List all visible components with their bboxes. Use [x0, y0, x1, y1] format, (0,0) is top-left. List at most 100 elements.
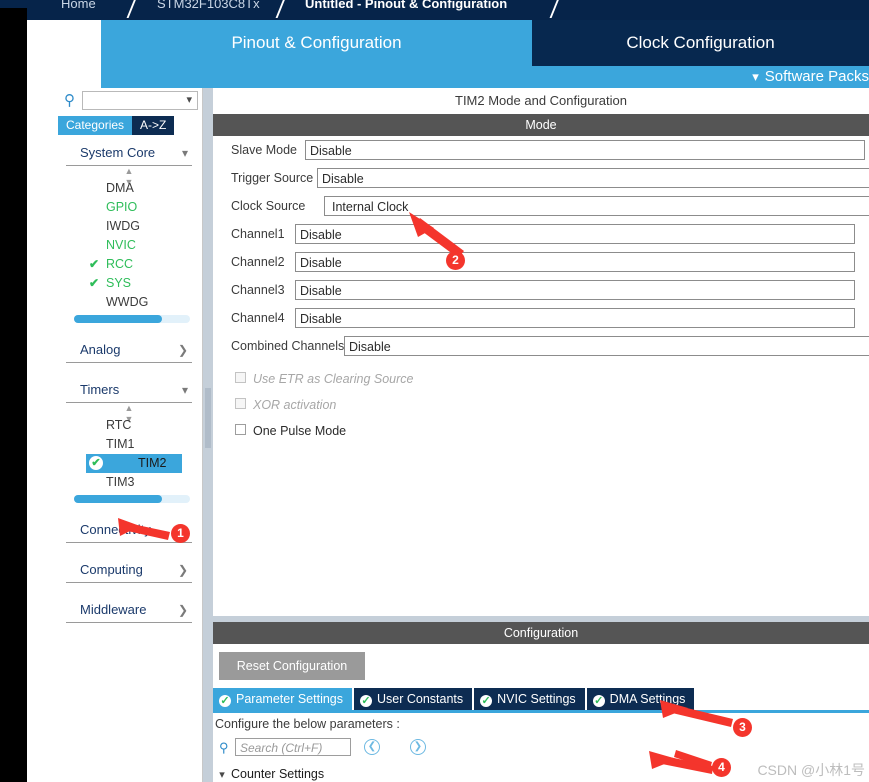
sidebar-group-timers[interactable]: Timers ▾ — [66, 377, 192, 403]
sidebar-item-tim1[interactable]: TIM1 — [56, 435, 202, 454]
check-circle-icon: ✓ — [592, 695, 605, 707]
row-label: Slave Mode — [231, 143, 298, 157]
breadcrumb-item-current[interactable]: Untitled - Pinout & Configuration — [305, 0, 507, 14]
sidebar-item-label: DMA — [106, 181, 134, 195]
tab-dma-settings[interactable]: ✓ DMA Settings — [586, 688, 695, 710]
row-use-etr-clearing-source[interactable]: Use ETR as Clearing Source — [213, 366, 869, 392]
annotation-marker-4: 4 — [712, 758, 731, 777]
breadcrumb-item-home[interactable]: Home — [61, 0, 96, 14]
row-label: Trigger Source — [231, 171, 314, 185]
checkbox-label: XOR activation — [253, 398, 337, 412]
nav-next-icon[interactable]: ❯ — [410, 739, 426, 755]
screen-left-edge — [0, 0, 27, 782]
software-packs-menu[interactable]: ▾ Software Packs — [752, 66, 869, 88]
row-channel1: Channel1 Disable — [213, 220, 869, 248]
row-label: Channel4 — [231, 311, 285, 325]
check-circle-icon: ✔ — [89, 456, 103, 470]
chevron-down-icon[interactable]: ▾ — [186, 93, 192, 106]
sidebar-scrollbar-timers[interactable] — [74, 495, 190, 503]
sidebar-mode-tabs: Categories A->Z — [58, 116, 175, 135]
sidebar-group-label: Middleware — [80, 602, 147, 617]
panel-splitter[interactable] — [203, 88, 213, 782]
trigger-source-select[interactable]: Disable — [317, 168, 869, 188]
sidebar-search-input[interactable]: ▾ — [82, 91, 198, 110]
checkbox-one-pulse-mode[interactable] — [235, 424, 246, 435]
sidebar-item-tim3[interactable]: TIM3 — [56, 473, 202, 492]
sidebar-group-middleware[interactable]: Middleware ❯ — [66, 597, 192, 623]
sidebar-scroll-spinner[interactable]: ▲ ▼ — [56, 166, 202, 187]
tab-clock-configuration[interactable]: Clock Configuration — [532, 20, 869, 66]
app-window: Home STM32F103C8Tx Untitled - Pinout & C… — [0, 0, 869, 782]
main-tabbar: Pinout & Configuration Clock Configurati… — [101, 20, 869, 88]
slave-mode-select[interactable]: Disable — [305, 140, 865, 160]
tab-pinout-configuration[interactable]: Pinout & Configuration — [101, 20, 532, 66]
row-label: Channel2 — [231, 255, 285, 269]
channel2-select[interactable]: Disable — [295, 252, 855, 272]
channel3-select[interactable]: Disable — [295, 280, 855, 300]
sidebar-scroll-spinner[interactable]: ▲ ▼ — [56, 403, 202, 424]
sidebar-item-label: GPIO — [106, 200, 138, 214]
tab-nvic-settings[interactable]: ✓ NVIC Settings — [474, 688, 585, 710]
sidebar-item-iwdg[interactable]: IWDG — [56, 217, 202, 236]
chevron-right-icon: ❯ — [177, 563, 188, 577]
breadcrumb-item-device[interactable]: STM32F103C8Tx — [157, 0, 260, 14]
software-packs-label: Software Packs — [764, 68, 869, 85]
sidebar-item-label: RTC — [106, 418, 132, 432]
check-circle-icon: ✓ — [360, 695, 372, 707]
nav-prev-icon[interactable]: ❮ — [364, 739, 380, 755]
scrollbar-thumb[interactable] — [74, 495, 163, 503]
sidebar-item-rcc[interactable]: ✔ RCC — [56, 255, 202, 274]
mode-panel: Slave Mode Disable Trigger Source Disabl… — [213, 136, 869, 612]
tab-user-constants[interactable]: ✓ User Constants — [354, 688, 473, 710]
sidebar-item-label: IWDG — [106, 219, 141, 233]
sidebar-item-dma[interactable]: DMA — [56, 179, 202, 198]
sidebar-item-label: TIM1 — [106, 437, 135, 451]
sidebar-item-label: NVIC — [106, 238, 136, 252]
parameter-search-input[interactable]: Search (Ctrl+F) — [235, 738, 351, 756]
checkbox-label: Use ETR as Clearing Source — [253, 372, 414, 386]
row-channel3: Channel3 Disable — [213, 276, 869, 304]
channel4-select[interactable]: Disable — [295, 308, 855, 328]
mode-section-header: Mode — [213, 114, 869, 136]
row-trigger-source: Trigger Source Disable — [213, 164, 869, 192]
sidebar-scrollbar-system-core[interactable] — [74, 315, 190, 323]
screen-left-edge-top — [0, 0, 27, 8]
chevron-down-icon: ▾ — [181, 146, 188, 160]
scrollbar-thumb[interactable] — [74, 315, 163, 323]
tab-parameter-settings[interactable]: ✓ Parameter Settings — [213, 688, 352, 710]
chevron-down-icon[interactable]: ▾ — [213, 765, 231, 782]
sidebar-item-nvic[interactable]: NVIC — [56, 236, 202, 255]
sidebar-group-label: Timers — [80, 382, 120, 397]
check-circle-icon: ✓ — [480, 695, 493, 707]
tab-label: Parameter Settings — [236, 692, 343, 706]
sidebar-item-gpio[interactable]: GPIO — [56, 198, 202, 217]
row-label: Channel3 — [231, 283, 285, 297]
row-channel4: Channel4 Disable — [213, 304, 869, 332]
chevron-right-icon: ❯ — [177, 343, 188, 357]
sidebar-item-sys[interactable]: ✔ SYS — [56, 274, 202, 293]
checkbox-label: One Pulse Mode — [253, 424, 347, 438]
combined-channels-select[interactable]: Disable — [344, 336, 869, 356]
splitter-grip[interactable] — [205, 388, 211, 448]
sidebar-group-analog[interactable]: Analog ❯ — [66, 337, 192, 363]
tab-categories[interactable]: Categories — [58, 116, 133, 135]
row-slave-mode: Slave Mode Disable — [213, 136, 869, 164]
breadcrumb-separator — [126, 0, 138, 18]
row-label: Combined Channels — [231, 339, 345, 353]
row-channel2: Channel2 Disable — [213, 248, 869, 276]
tab-a-to-z[interactable]: A->Z — [132, 116, 175, 135]
reset-configuration-button[interactable]: Reset Configuration — [219, 652, 365, 680]
sidebar-item-rtc[interactable]: RTC — [56, 416, 202, 435]
checkbox-xor-activation — [235, 398, 246, 409]
sidebar-group-computing[interactable]: Computing ❯ — [66, 557, 192, 583]
sidebar-item-wwdg[interactable]: WWDG — [56, 293, 202, 312]
channel1-select[interactable]: Disable — [295, 224, 855, 244]
clock-source-select[interactable]: Internal Clock — [324, 196, 869, 216]
sidebar-group-system-core[interactable]: System Core ▾ — [66, 140, 192, 166]
row-one-pulse-mode[interactable]: One Pulse Mode — [213, 418, 869, 444]
configuration-section-header: Configuration — [213, 622, 869, 644]
sidebar-item-tim2[interactable]: ✔ TIM2 — [86, 454, 182, 473]
row-xor-activation[interactable]: XOR activation — [213, 392, 869, 418]
tab-label: User Constants — [377, 692, 464, 706]
